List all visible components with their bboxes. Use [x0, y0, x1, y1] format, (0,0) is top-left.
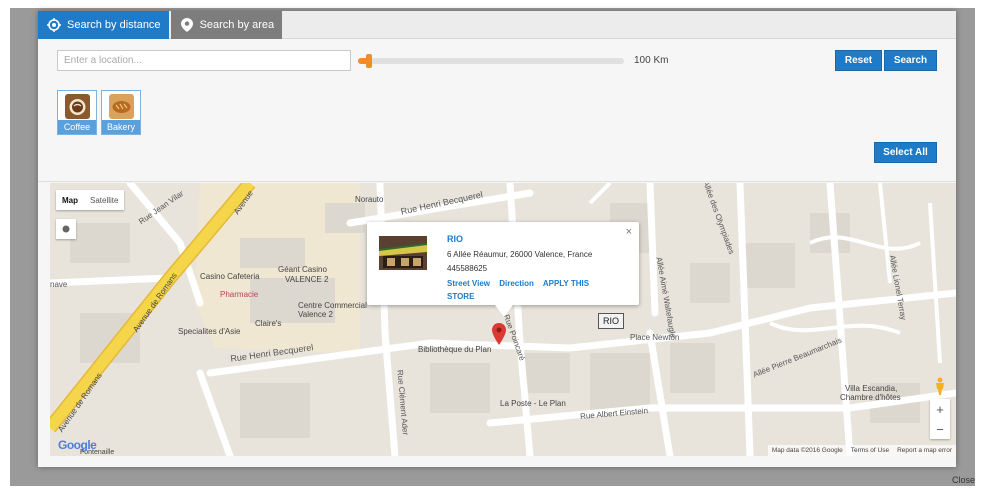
slider-handle[interactable]	[366, 54, 372, 68]
tab-label: Search by area	[199, 19, 275, 31]
tab-label: Search by distance	[67, 19, 161, 31]
map-attribution: Map data ©2016 Google Terms of Use Repor…	[767, 445, 956, 456]
street-view-link[interactable]: Street View	[447, 279, 490, 288]
map-poi-label: Claire's	[255, 319, 282, 328]
map-type-satellite-button[interactable]: Satellite	[84, 190, 124, 210]
reset-button[interactable]: Reset	[835, 50, 882, 71]
map-data-credit: Map data ©2016 Google	[771, 447, 843, 454]
search-button[interactable]: Search	[884, 50, 937, 71]
select-all-button[interactable]: Select All	[874, 142, 937, 163]
store-name-link[interactable]: RIO	[447, 234, 463, 244]
close-icon[interactable]: ×	[626, 226, 632, 238]
search-mode-tabs: Search by distance Search by area	[38, 11, 956, 39]
tab-search-by-distance[interactable]: Search by distance	[38, 11, 169, 39]
map-poi-label: Villa Escandia,	[845, 384, 898, 393]
close-button[interactable]: Close	[952, 475, 975, 485]
crosshair-icon	[46, 17, 62, 33]
map-poi-label: Chambre d'hôtes	[840, 393, 901, 402]
zoom-out-button[interactable]: −	[930, 419, 950, 439]
category-label: Coffee	[58, 120, 96, 134]
map-poi-label: Bibliothèque du Plan	[418, 345, 492, 354]
map-poi-label: Norauto	[355, 195, 384, 204]
category-label: Bakery	[102, 120, 140, 134]
store-phone: 445588625	[447, 264, 488, 273]
category-coffee[interactable]: Coffee	[57, 90, 97, 135]
street-view-pegman-icon[interactable]	[933, 377, 947, 395]
category-bakery[interactable]: Bakery	[101, 90, 141, 135]
marker-label[interactable]: RIO	[598, 313, 625, 329]
map-poi-label: Centre Commercial	[298, 301, 367, 310]
search-controls: 100 Km Reset Search Coffee Bakery Select…	[38, 40, 956, 182]
location-input[interactable]	[57, 50, 351, 71]
store-info-window: × RIO 6 Allée Réaumur, 26000 Valence, Fr…	[367, 222, 639, 317]
zoom-controls: + −	[930, 399, 950, 439]
bread-icon	[109, 94, 134, 119]
coffee-cup-icon	[65, 94, 90, 119]
store-actions: Street View Direction APPLY THIS STORE	[447, 277, 597, 303]
map-type-map-button[interactable]: Map	[56, 190, 84, 210]
terms-of-use-link[interactable]: Terms of Use	[847, 445, 893, 456]
store-address: 6 Allée Réaumur, 26000 Valence, France	[447, 250, 593, 259]
map-poi-label: Specialites d'Asie	[178, 327, 241, 336]
report-map-error-link[interactable]: Report a map error	[893, 445, 956, 456]
my-location-button[interactable]	[56, 219, 76, 239]
zoom-in-button[interactable]: +	[930, 399, 950, 419]
target-icon	[62, 225, 70, 233]
map-poi-label: VALENCE 2	[285, 275, 329, 284]
map-poi-label: La Poste - Le Plan	[500, 399, 566, 408]
map-poi-label: Casino Cafeteria	[200, 272, 260, 281]
map-poi-label: Valence 2	[298, 310, 333, 319]
tab-search-by-area[interactable]: Search by area	[170, 11, 283, 39]
map-view[interactable]: Rue Jean Vilar Avenue de Romans Avenue d…	[50, 183, 956, 456]
map-marker-icon[interactable]	[492, 323, 506, 345]
map-poi-label: Pharmacie	[220, 290, 259, 299]
map-poi-label: Géant Casino	[278, 265, 327, 274]
store-locator-window: Search by distance Search by area 100 Km…	[38, 11, 956, 467]
direction-link[interactable]: Direction	[499, 279, 534, 288]
location-pin-icon	[179, 17, 195, 33]
google-logo: Google	[58, 438, 97, 452]
distance-value: 100 Km	[634, 55, 669, 66]
map-type-toggle: Map Satellite	[56, 190, 125, 210]
road-label: nave	[50, 280, 68, 289]
store-photo	[379, 236, 427, 270]
distance-slider[interactable]	[358, 54, 624, 68]
